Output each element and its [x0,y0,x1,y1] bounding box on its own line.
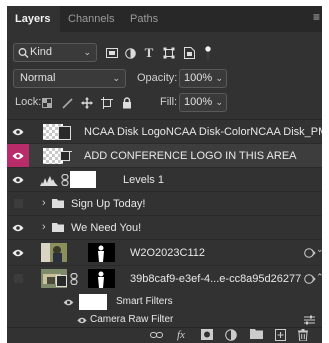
chevron-down-icon: ⌄ [215,97,223,107]
opacity-label: Opacity: [137,72,178,84]
smart-filter-mask-thumbnail[interactable] [79,294,107,310]
chevron-down-icon: ⌄ [215,73,223,83]
smart-filter-options-icon[interactable] [304,247,316,262]
eye-icon [12,176,24,183]
eye-icon [12,152,24,159]
tab-channels[interactable]: Channels [60,6,122,32]
new-layer-icon[interactable] [275,329,286,343]
opacity-input[interactable]: 100% ⌄ [179,69,227,88]
group-row[interactable]: › We Need You! [7,216,322,240]
chevron-down-icon: ⌄ [83,47,91,57]
visibility-toggle[interactable] [7,216,29,239]
blend-mode-value: Normal [20,72,56,84]
lock-row: Lock: Fill: 100% ⌄ [7,93,322,113]
folder-icon [52,223,64,235]
blend-mode-select[interactable]: Normal ⌄ [13,69,126,88]
link-icon[interactable] [70,272,78,288]
eye-icon [63,299,73,305]
chevron-down-icon: ⌄ [112,73,120,83]
visibility-toggle[interactable] [57,292,79,312]
visibility-toggle[interactable] [7,240,29,265]
kind-filter-label: Kind [30,46,53,58]
opacity-value: 100% [184,72,213,84]
type-layer-filter-icon[interactable]: T [142,43,156,63]
adjustment-layer-filter-icon[interactable] [123,43,137,63]
fill-input[interactable]: 100% ⌄ [179,93,227,112]
lock-position-icon[interactable] [80,93,94,113]
new-adjustment-layer-icon[interactable] [225,329,237,343]
layer-name[interactable]: We Need You! [71,222,141,234]
chevron-down-icon[interactable]: ⌄ [316,244,322,255]
lock-image-pixels-icon[interactable] [60,93,74,113]
layer-name[interactable]: 39b8caf9-e3ef-4...e-cc8a95d26277 [130,273,301,285]
lock-label: Lock: [15,96,42,108]
visibility-toggle[interactable] [7,266,29,291]
panel-menu-icon[interactable]: ≡ [313,10,320,24]
lock-all-icon[interactable] [120,93,134,113]
visibility-toggle[interactable] [7,168,29,191]
artboard-badge-icon [58,149,72,166]
kind-filter-select[interactable]: Kind ⌄ [13,43,97,62]
chevron-right-icon[interactable]: › [42,197,46,209]
camera-raw-filter-label[interactable]: Camera Raw Filter [90,314,173,325]
lock-artboard-icon[interactable] [100,93,114,113]
eye-icon [77,317,87,323]
layer-name[interactable]: ADD CONFERENCE LOGO IN THIS AREA [84,150,297,162]
layer-row[interactable]: NCAA Disk LogoNCAA Disk-ColorNCAA Disk_P… [7,120,322,144]
fill-value: 100% [184,96,213,108]
visibility-toggle[interactable] [7,192,29,215]
eye-icon [12,128,24,135]
layer-name[interactable]: Sign Up Today! [71,198,145,210]
layer-name[interactable]: Levels 1 [123,174,164,186]
smart-filter-options-icon[interactable] [304,273,316,288]
eye-icon [12,249,24,256]
new-group-folder-icon[interactable] [250,329,263,342]
tab-paths[interactable]: Paths [122,6,167,32]
add-mask-icon[interactable] [201,329,213,343]
layer-mask-thumbnail[interactable] [70,171,96,188]
layers-list: NCAA Disk LogoNCAA Disk-ColorNCAA Disk_P… [7,119,322,328]
link-layers-icon[interactable] [150,329,163,343]
fx-icon[interactable]: fx [177,329,185,341]
visibility-toggle[interactable] [7,120,29,143]
layers-bottom-toolbar: fx [7,327,322,343]
group-row[interactable]: › Sign Up Today! [7,192,322,216]
link-icon[interactable] [61,173,69,189]
smart-object-filter-icon[interactable] [182,43,196,63]
filter-row[interactable]: Camera Raw Filter [7,312,322,328]
blend-row: Normal ⌄ Opacity: 100% ⌄ [7,69,322,89]
eye-icon [12,224,24,231]
smart-filters-row[interactable]: Smart Filters [7,292,322,312]
layer-thumbnail [41,243,67,262]
trash-icon[interactable] [298,329,308,343]
smart-filters-label[interactable]: Smart Filters [116,296,173,307]
folder-icon [52,199,64,211]
levels-histogram-icon [40,174,58,189]
chevron-right-icon[interactable]: › [42,221,46,233]
filter-toggle-icon[interactable] [203,43,213,63]
layer-mask-thumbnail[interactable] [88,269,115,288]
tab-layers[interactable]: Layers [7,6,60,32]
filter-row: Kind ⌄ T [7,43,322,63]
visibility-toggle[interactable] [74,312,90,328]
layer-row[interactable]: Levels 1 [7,168,322,192]
layer-row[interactable]: 39b8caf9-e3ef-4...e-cc8a95d26277 ⌃ [7,266,322,292]
layer-row-selected[interactable]: ADD CONFERENCE LOGO IN THIS AREA [7,144,322,168]
visibility-toggle[interactable] [7,144,29,167]
pixel-layer-filter-icon[interactable] [105,43,119,63]
panel-tab-bar: Layers Channels Paths ≡ [7,6,322,32]
layer-mask-thumbnail[interactable] [88,243,115,262]
fill-label: Fill: [160,96,178,108]
smart-object-badge-icon [56,275,67,287]
shape-layer-filter-icon[interactable] [162,43,176,63]
layer-name[interactable]: W2O2023C112 [130,247,205,259]
smart-object-badge-icon [58,126,71,140]
search-icon [18,44,29,67]
lock-transparent-pixels-icon[interactable] [40,93,54,113]
layer-name[interactable]: NCAA Disk LogoNCAA Disk-ColorNCAA Disk_P… [84,126,322,138]
layers-panel: Layers Channels Paths ≡ Kind ⌄ T Normal … [7,6,322,343]
chevron-up-icon[interactable]: ⌃ [316,272,322,283]
layer-row[interactable]: W2O2023C112 ⌄ [7,240,322,266]
